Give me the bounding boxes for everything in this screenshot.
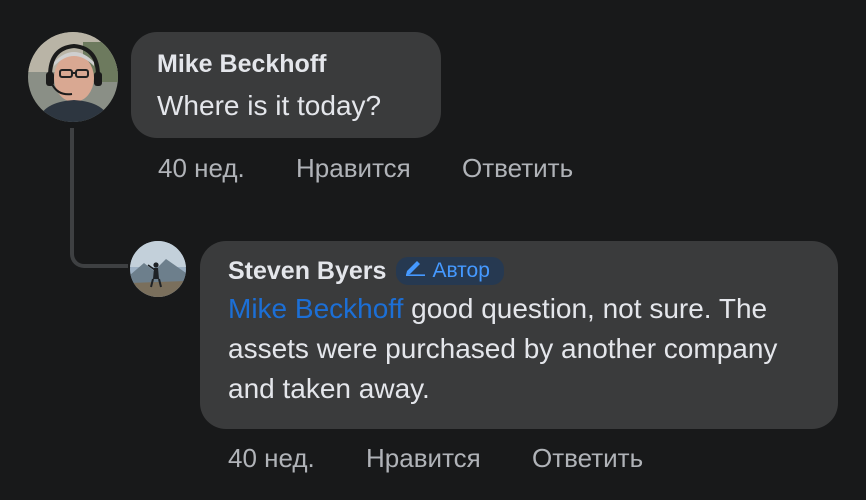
reply-reply-button[interactable]: Ответить [532,443,643,474]
reply-bubble: Steven Byers Автор Mike Beckhoff good que… [200,241,838,429]
avatar-person-mountain-icon [130,241,186,297]
reply-timestamp[interactable]: 40 нед. [228,443,315,474]
avatar[interactable] [28,32,118,122]
comment-actions: 40 нед. Нравится Ответить [158,153,573,184]
thread-connector-line [70,128,128,268]
author-badge: Автор [396,256,504,285]
comment-text: Where is it today? [157,90,382,121]
reply-avatar[interactable] [130,241,186,297]
reply-like-button[interactable]: Нравится [366,443,481,474]
reply-actions: 40 нед. Нравится Ответить [228,443,643,474]
mention-link[interactable]: Mike Beckhoff [228,293,403,324]
reply-text: Mike Beckhoff good question, not sure. T… [228,289,810,409]
author-badge-label: Автор [432,259,490,282]
like-button[interactable]: Нравится [296,153,411,184]
reply-button[interactable]: Ответить [462,153,573,184]
comment-timestamp[interactable]: 40 нед. [158,153,245,184]
avatar-man-with-headset-icon [28,32,118,122]
reply-author[interactable]: Steven Byers [228,255,386,287]
pencil-icon [404,256,426,284]
comment-author[interactable]: Mike Beckhoff [157,48,326,80]
comment-bubble: Mike Beckhoff Where is it today? [131,32,441,138]
